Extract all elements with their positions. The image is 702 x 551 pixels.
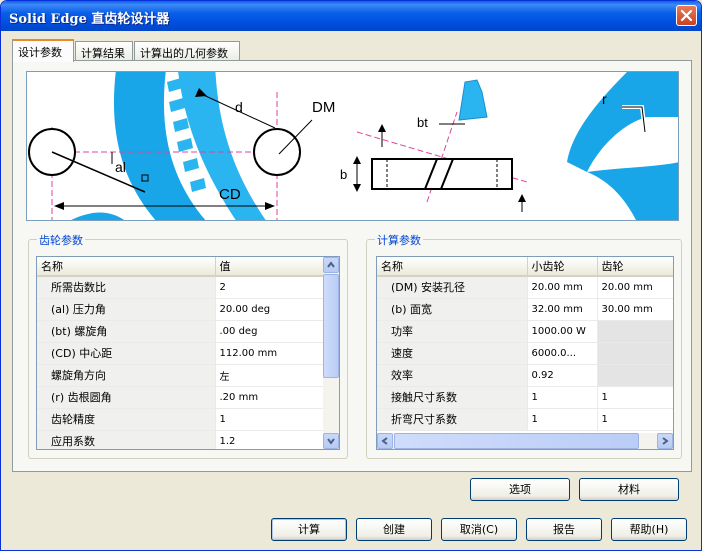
- col-header-name[interactable]: 名称: [37, 257, 216, 277]
- table-row[interactable]: 效率 0.92: [377, 364, 673, 387]
- label-d: d: [235, 99, 243, 115]
- tab-calc-results[interactable]: 计算结果: [75, 41, 133, 61]
- value-cell[interactable]: .00 deg: [215, 320, 326, 343]
- calc-params-group: 计算参数 名称 小齿轮 齿轮 (DM) 安装孔径 20.00 mm 20.00 mm…: [366, 232, 682, 459]
- gear-params-group: 齿轮参数 名称 值 所需齿数比 2 (al) 压力角 20.00 deg (bt) …: [28, 232, 348, 459]
- calc-params-title: 计算参数: [375, 232, 423, 248]
- table-row[interactable]: 速度 6000.0...: [377, 342, 673, 365]
- window-title: Solid Edge 直齿轮设计器: [9, 12, 170, 27]
- gear-params-grid: 名称 值 所需齿数比 2 (al) 压力角 20.00 deg (bt) 螺旋角 .0…: [36, 256, 340, 450]
- calc-params-grid: 名称 小齿轮 齿轮 (DM) 安装孔径 20.00 mm 20.00 mm (b) …: [376, 256, 674, 450]
- pinion-cell[interactable]: 1: [527, 408, 598, 431]
- scroll-right-button[interactable]: [657, 433, 673, 449]
- col-header-gear[interactable]: 齿轮: [597, 257, 673, 277]
- label-b: b: [340, 167, 347, 182]
- report-button[interactable]: 报告: [526, 518, 602, 541]
- gear-designer-window: Solid Edge 直齿轮设计器 设计参数 计算结果 计算出的几何参数 al …: [0, 0, 702, 551]
- value-cell[interactable]: 1: [215, 408, 326, 431]
- label-dm: DM: [312, 99, 335, 116]
- gear-cell[interactable]: 1: [597, 408, 673, 431]
- label-al: al: [115, 159, 126, 175]
- scroll-thumb[interactable]: [394, 433, 639, 449]
- design-params-panel: al d DM CD b bt r 齿轮参数 名称 值 所需齿数比 2 (al)…: [12, 60, 692, 501]
- options-button[interactable]: 选项: [470, 478, 570, 501]
- table-row[interactable]: (b) 面宽 32.00 mm 30.00 mm: [377, 298, 673, 321]
- gear-cell-disabled: [597, 320, 673, 343]
- table-row[interactable]: (DM) 安装孔径 20.00 mm 20.00 mm: [377, 276, 673, 299]
- cancel-button[interactable]: 取消(C): [441, 518, 517, 541]
- table-row[interactable]: (r) 齿根圆角 .20 mm: [37, 386, 326, 409]
- col-header-name[interactable]: 名称: [377, 257, 528, 277]
- label-r: r: [602, 91, 607, 107]
- create-button[interactable]: 创建: [356, 518, 432, 541]
- table-row[interactable]: (al) 压力角 20.00 deg: [37, 298, 326, 321]
- table-row[interactable]: 所需齿数比 2: [37, 276, 326, 299]
- col-header-pinion[interactable]: 小齿轮: [527, 257, 598, 277]
- help-button[interactable]: 帮助(H): [611, 518, 687, 541]
- close-button[interactable]: [676, 5, 697, 26]
- calculate-button[interactable]: 计算: [271, 518, 347, 541]
- col-header-value[interactable]: 值: [215, 257, 326, 277]
- pinion-cell[interactable]: 1: [527, 386, 598, 409]
- label-cd: CD: [219, 186, 241, 203]
- value-cell[interactable]: 20.00 deg: [215, 298, 326, 321]
- scroll-up-button[interactable]: [323, 257, 339, 273]
- scroll-left-button[interactable]: [377, 433, 393, 449]
- gear-cell-disabled: [597, 342, 673, 365]
- table-row[interactable]: (CD) 中心距 112.00 mm: [37, 342, 326, 365]
- gear-cell[interactable]: 1: [597, 386, 673, 409]
- close-icon: [680, 9, 693, 22]
- pinion-cell[interactable]: 20.00 mm: [527, 276, 598, 299]
- label-bt: bt: [417, 115, 428, 130]
- title-bar[interactable]: Solid Edge 直齿轮设计器: [1, 1, 701, 31]
- pinion-cell[interactable]: 32.00 mm: [527, 298, 598, 321]
- pinion-cell[interactable]: 1000.00 W: [527, 320, 598, 343]
- scroll-thumb[interactable]: [323, 274, 339, 378]
- value-cell[interactable]: 112.00 mm: [215, 342, 326, 365]
- tab-design-params[interactable]: 设计参数: [12, 39, 74, 62]
- pinion-cell[interactable]: 6000.0...: [527, 342, 598, 365]
- table-row[interactable]: 接触尺寸系数 1 1: [377, 386, 673, 409]
- chevron-down-icon: [327, 438, 335, 445]
- material-button[interactable]: 材料: [579, 478, 679, 501]
- table-row[interactable]: 应用系数 1.2: [37, 430, 326, 449]
- pinion-cell[interactable]: 0.92: [527, 364, 598, 387]
- gear-diagram: al d DM CD b bt r: [26, 71, 679, 221]
- value-cell[interactable]: 1.2: [215, 430, 326, 449]
- gear-cell[interactable]: 30.00 mm: [597, 298, 673, 321]
- scroll-down-button[interactable]: [323, 433, 339, 449]
- value-cell[interactable]: .20 mm: [215, 386, 326, 409]
- gear-bore-circle: [253, 128, 301, 176]
- table-row[interactable]: 折弯尺寸系数 1 1: [377, 408, 673, 431]
- chevron-up-icon: [327, 261, 335, 268]
- tab-geometry-params[interactable]: 计算出的几何参数: [134, 41, 240, 61]
- table-row[interactable]: 功率 1000.00 W: [377, 320, 673, 343]
- table-row[interactable]: 齿轮精度 1: [37, 408, 326, 431]
- calc-params-hscrollbar[interactable]: [377, 433, 673, 449]
- fillet-tooth: [567, 72, 678, 172]
- gear-params-vscrollbar[interactable]: [323, 257, 339, 449]
- table-row[interactable]: (bt) 螺旋角 .00 deg: [37, 320, 326, 343]
- gear-params-title: 齿轮参数: [37, 232, 85, 248]
- chevron-left-icon: [381, 437, 388, 445]
- value-cell[interactable]: 2: [215, 276, 326, 299]
- value-cell[interactable]: 左: [215, 364, 326, 387]
- chevron-right-icon: [662, 437, 669, 445]
- table-row[interactable]: 螺旋角方向左: [37, 364, 326, 387]
- gear-cell-disabled: [597, 364, 673, 387]
- gear-cell[interactable]: 20.00 mm: [597, 276, 673, 299]
